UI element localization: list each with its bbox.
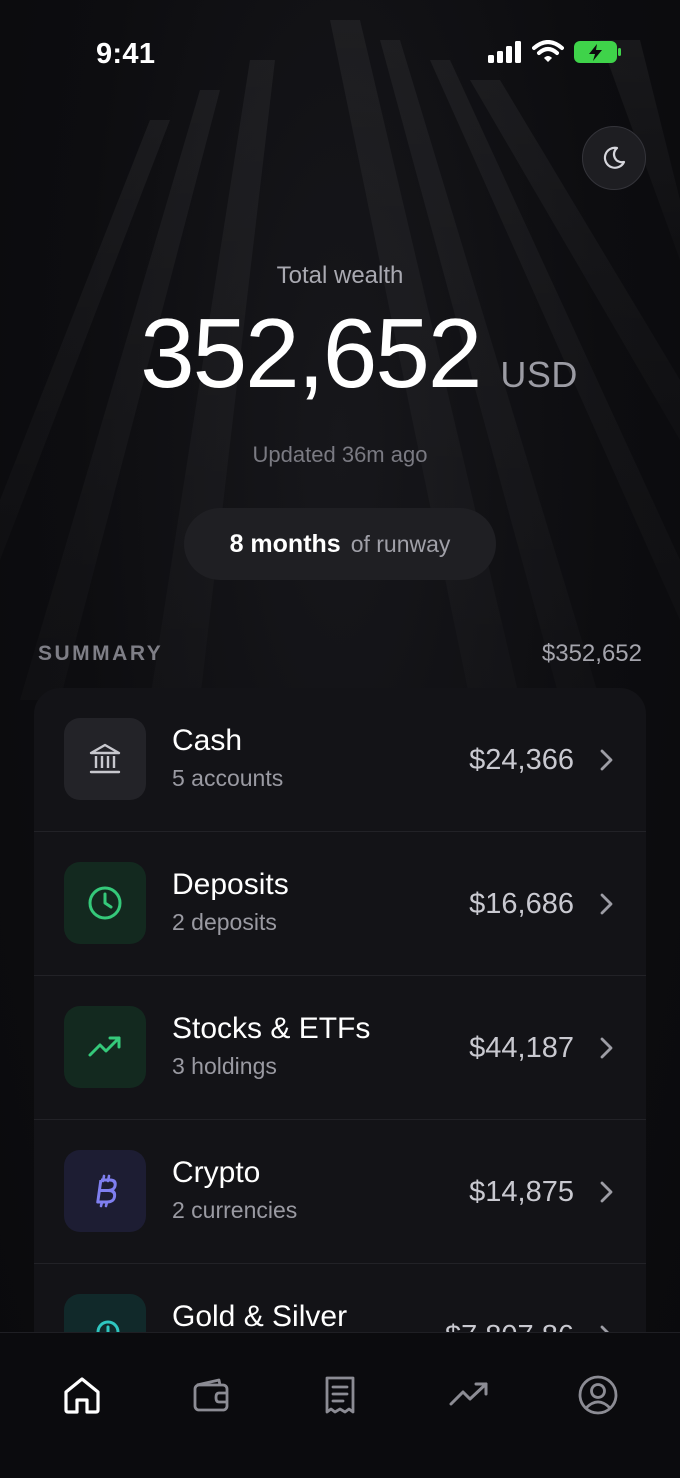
- total-wealth-amount: 352,652 USD: [0, 304, 680, 402]
- tab-trends[interactable]: [445, 1371, 493, 1419]
- battery-charging-icon: [574, 41, 621, 63]
- trending-up-icon: [449, 1382, 488, 1406]
- chevron-right-icon: [600, 749, 613, 771]
- status-bar: 9:41: [0, 0, 680, 110]
- summary-total: $352,652: [541, 640, 642, 667]
- wifi-icon: [532, 40, 564, 62]
- user-icon: [578, 1375, 618, 1415]
- last-updated: Updated 36m ago: [252, 442, 428, 467]
- summary-row-deposits[interactable]: Deposits 2 deposits $16,686: [34, 832, 646, 976]
- total-wealth-label: Total wealth: [276, 262, 404, 289]
- signal-icon: [488, 41, 521, 63]
- summary-row-title: Gold & Silver: [172, 1300, 348, 1333]
- tab-home[interactable]: [58, 1371, 106, 1419]
- wallet-icon: [193, 1378, 229, 1412]
- summary-row-value: $24,366: [469, 744, 574, 776]
- app-screen: 9:41 Total wealth 352,652 USD Updated 36…: [0, 0, 680, 1478]
- trending-up-icon: [64, 1006, 146, 1088]
- tab-profile[interactable]: [574, 1371, 622, 1419]
- bank-icon: [64, 718, 146, 800]
- summary-row-subtitle: 3 holdings: [172, 1053, 277, 1079]
- runway-label: of runway: [350, 530, 451, 557]
- tab-wallet[interactable]: [187, 1371, 235, 1419]
- home-icon: [64, 1377, 100, 1414]
- summary-row-value: $16,686: [469, 888, 574, 920]
- summary-row-title: Deposits: [172, 868, 289, 901]
- summary-row-title: Crypto: [172, 1156, 261, 1189]
- chevron-right-icon: [600, 893, 613, 915]
- summary-row-subtitle: 2 currencies: [172, 1197, 298, 1223]
- summary-row-text: Stocks & ETFs 3 holdings: [172, 1012, 370, 1080]
- total-wealth-value: 352,652: [140, 298, 482, 408]
- summary-row-title: Stocks & ETFs: [172, 1012, 371, 1045]
- summary-row-value: $44,187: [469, 1032, 574, 1064]
- total-wealth: Total wealth 352,652 USD Updated 36m ago: [0, 262, 680, 468]
- summary-row-crypto[interactable]: Crypto 2 currencies $14,875: [34, 1120, 646, 1264]
- runway-duration: 8 months: [229, 529, 341, 558]
- clock-icon: [64, 862, 146, 944]
- chevron-right-icon: [600, 1037, 613, 1059]
- status-time: 9:41: [96, 38, 156, 70]
- summary-row-cash[interactable]: Cash 5 accounts $24,366: [34, 688, 646, 832]
- summary-row-subtitle: 5 accounts: [172, 765, 284, 791]
- summary-row-stocks[interactable]: Stocks & ETFs 3 holdings $44,187: [34, 976, 646, 1120]
- summary-row-text: Crypto 2 currencies: [172, 1156, 297, 1224]
- status-icons: [488, 40, 622, 64]
- tab-receipt[interactable]: [316, 1371, 364, 1419]
- moon-icon: [603, 146, 626, 169]
- summary-row-text: Cash 5 accounts: [172, 724, 283, 792]
- summary-header: SUMMARY $352,652: [38, 640, 642, 668]
- runway-pill[interactable]: 8 months of runway: [184, 508, 496, 580]
- summary-row-value: $14,875: [469, 1176, 574, 1208]
- chevron-right-icon: [600, 1181, 613, 1203]
- theme-toggle-button[interactable]: [582, 126, 646, 190]
- summary-row-subtitle: 2 deposits: [172, 909, 277, 935]
- summary-title: SUMMARY: [38, 642, 164, 665]
- summary-row-title: Cash: [172, 724, 243, 757]
- summary-row-text: Deposits 2 deposits: [172, 868, 289, 936]
- bitcoin-icon: [64, 1150, 146, 1232]
- total-wealth-currency: USD: [500, 354, 578, 395]
- tab-bar: [0, 1332, 680, 1478]
- receipt-icon: [325, 1376, 355, 1414]
